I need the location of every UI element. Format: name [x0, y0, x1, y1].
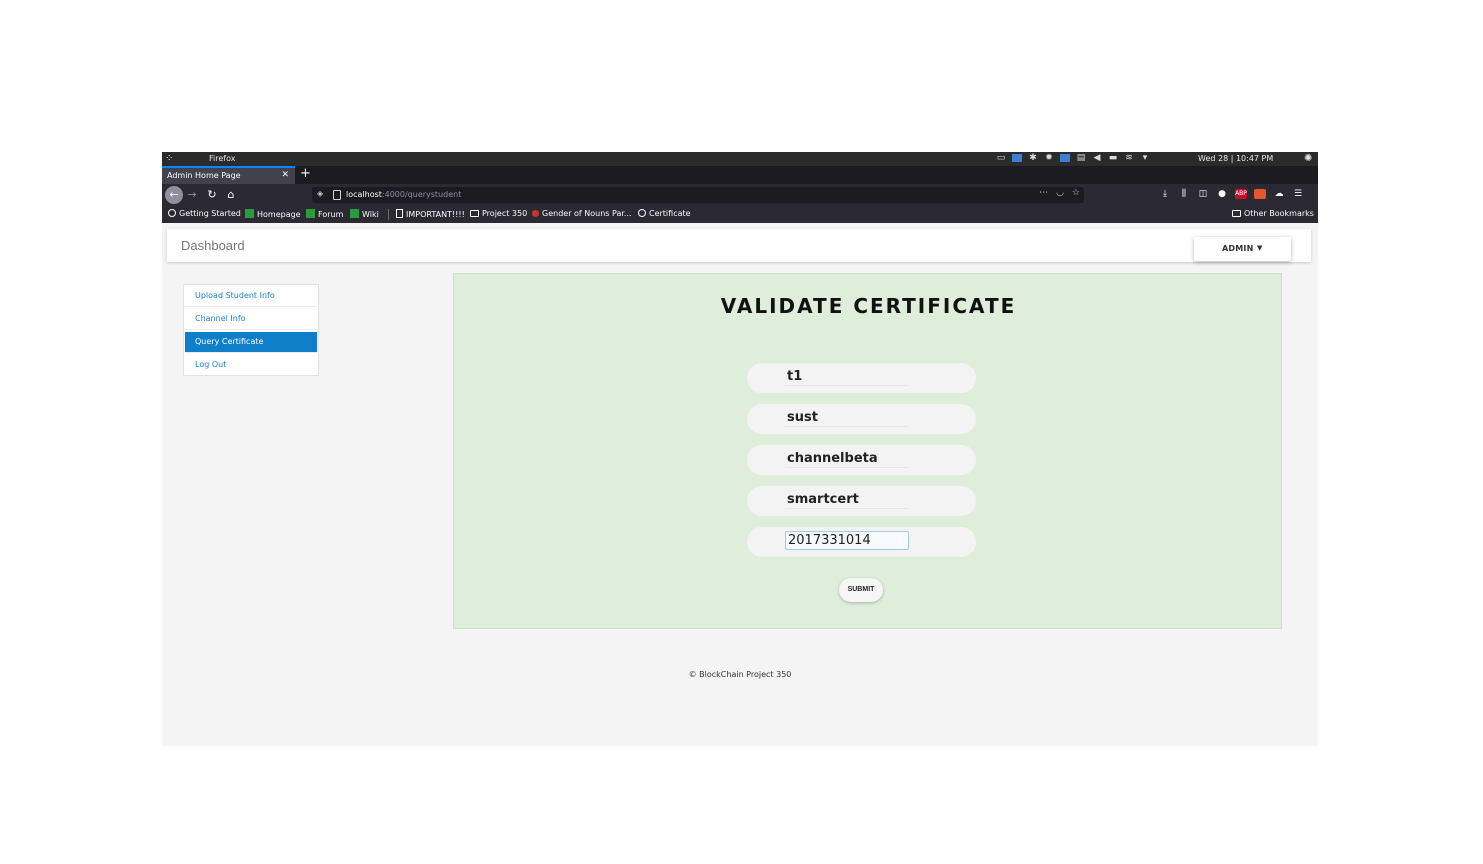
admin-dropdown[interactable]: ADMIN ▼: [1194, 237, 1291, 261]
tab-title: Admin Home Page: [167, 171, 241, 180]
organization-input[interactable]: [785, 408, 909, 427]
battery-icon[interactable]: ▬: [1108, 153, 1118, 163]
desktop-screen: ⁘ Firefox ▭ ✱ ✹ ▤ ◀ ▬ ≋ ▾ Wed 28 | 10:47…: [162, 152, 1318, 746]
green-bookmark-icon: [306, 209, 315, 218]
bookmark-project-350[interactable]: Project 350: [470, 209, 527, 218]
bookmark-forum[interactable]: Forum: [306, 209, 343, 219]
extension-icon[interactable]: ☁: [1273, 187, 1285, 201]
url-bar[interactable]: ◈ localhost:4000/querystudent ⋯ ◡ ☆: [312, 187, 1084, 203]
red-dot-icon: [532, 210, 539, 217]
bookmark-certificate[interactable]: Certificate: [638, 209, 691, 218]
reload-icon[interactable]: ↻: [204, 187, 220, 203]
field-pill: [747, 445, 976, 475]
bookmark-homepage[interactable]: Homepage: [245, 209, 301, 219]
screen-icon[interactable]: ▭: [996, 153, 1006, 163]
window-thumbnail-icon[interactable]: [1012, 154, 1022, 162]
green-bookmark-icon: [245, 209, 254, 218]
bookmark-wiki[interactable]: Wiki: [350, 209, 379, 219]
system-clock[interactable]: Wed 28 | 10:47 PM: [1198, 154, 1273, 163]
back-arrow-icon[interactable]: ←: [165, 186, 183, 204]
document-icon: [396, 209, 403, 218]
active-app-name: Firefox: [209, 154, 236, 163]
wifi-icon[interactable]: ≋: [1124, 153, 1134, 163]
adblock-plus-icon[interactable]: ABP: [1235, 189, 1247, 199]
system-settings-icon[interactable]: ✺: [1304, 153, 1312, 164]
folder-icon: [1232, 210, 1241, 217]
validate-certificate-panel: VALIDATE CERTIFICATE SUBMIT: [453, 273, 1282, 629]
chaincode-input[interactable]: [785, 490, 909, 509]
footer-copyright: © BlockChain Project 350: [688, 670, 792, 679]
bookmark-getting-started[interactable]: Getting Started: [168, 209, 241, 218]
forward-arrow-icon[interactable]: →: [184, 187, 200, 203]
folder-icon: [470, 210, 479, 217]
channel-input[interactable]: [785, 449, 909, 468]
field-pill: [747, 486, 976, 516]
display-icon[interactable]: [1060, 154, 1070, 162]
browser-tab-strip: Admin Home Page ✕ +: [162, 166, 1318, 184]
tab-close-icon[interactable]: ✕: [281, 170, 289, 180]
clipboard-icon[interactable]: ▤: [1076, 153, 1086, 163]
bug-icon[interactable]: ✱: [1028, 153, 1038, 163]
sidebar-icon[interactable]: ◫: [1197, 187, 1209, 201]
caret-down-icon: ▼: [1257, 244, 1263, 252]
sidebar-menu: Upload Student Info Channel Info Query C…: [183, 284, 319, 376]
downloads-icon[interactable]: ⤓: [1159, 187, 1171, 201]
page-info-icon[interactable]: [333, 190, 341, 200]
home-icon[interactable]: ⌂: [223, 187, 239, 203]
ublock-icon[interactable]: [1254, 189, 1266, 199]
browser-toolbar-right: ⤓ ⫼ ◫ ● ABP ☁ ☰: [1159, 187, 1304, 201]
green-bookmark-icon: [350, 209, 359, 218]
system-tray: ▭ ✱ ✹ ▤ ◀ ▬ ≋ ▾: [996, 153, 1150, 163]
sidebar-item-channel-info[interactable]: Channel Info: [185, 309, 317, 330]
volume-icon[interactable]: ◀: [1092, 153, 1102, 163]
url-text[interactable]: localhost:4000/querystudent: [346, 190, 461, 199]
bookmark-gender-of-nouns[interactable]: Gender of Nouns Par...: [532, 209, 632, 218]
os-top-bar: ⁘ Firefox ▭ ✱ ✹ ▤ ◀ ▬ ≋ ▾ Wed 28 | 10:47…: [162, 152, 1318, 166]
web-page: Dashboard ADMIN ▼ Upload Student Info Ch…: [162, 223, 1318, 746]
browser-nav-bar: ← → ↻ ⌂ ◈ localhost:4000/querystudent ⋯ …: [162, 184, 1318, 206]
field-pill: [747, 404, 976, 434]
submit-button[interactable]: SUBMIT: [839, 578, 883, 602]
sidebar-item-upload-student-info[interactable]: Upload Student Info: [185, 286, 317, 307]
globe-icon: [638, 209, 646, 217]
student-id-input[interactable]: [785, 367, 909, 386]
pocket-icon[interactable]: ◡: [1056, 188, 1064, 198]
app-navbar: Dashboard ADMIN ▼: [167, 229, 1311, 262]
admin-label: ADMIN: [1222, 244, 1254, 253]
tracking-shield-icon[interactable]: ◈: [317, 189, 323, 198]
brand-link[interactable]: Dashboard: [181, 238, 245, 253]
bookmark-star-icon[interactable]: ☆: [1072, 188, 1080, 198]
sidebar-item-log-out[interactable]: Log Out: [185, 355, 317, 376]
bookmark-important[interactable]: IMPORTANT!!!!: [396, 209, 465, 219]
field-pill: [747, 527, 976, 557]
bookmarks-bar: Getting Started Homepage Forum Wiki IMPO…: [162, 206, 1318, 223]
app-launcher-icon[interactable]: ⁘: [165, 153, 173, 164]
page-actions-icon[interactable]: ⋯: [1039, 188, 1048, 198]
globe-icon: [168, 209, 176, 217]
sidebar-item-query-certificate[interactable]: Query Certificate: [185, 332, 317, 353]
menu-icon[interactable]: ☰: [1292, 187, 1304, 201]
panel-title: VALIDATE CERTIFICATE: [720, 294, 1017, 318]
tab-admin-home-page[interactable]: Admin Home Page ✕: [162, 166, 295, 184]
registration-number-input[interactable]: [785, 531, 909, 550]
other-bookmarks[interactable]: Other Bookmarks: [1232, 209, 1314, 218]
tray-expand-icon[interactable]: ▾: [1140, 153, 1150, 163]
bookmarks-separator: [388, 209, 389, 220]
field-pill: [747, 363, 976, 393]
settings-gear-icon[interactable]: ✹: [1044, 153, 1054, 163]
account-icon[interactable]: ●: [1216, 187, 1228, 201]
library-icon[interactable]: ⫼: [1178, 187, 1190, 201]
new-tab-button[interactable]: +: [300, 167, 311, 181]
url-actions: ⋯ ◡ ☆: [1039, 188, 1080, 198]
